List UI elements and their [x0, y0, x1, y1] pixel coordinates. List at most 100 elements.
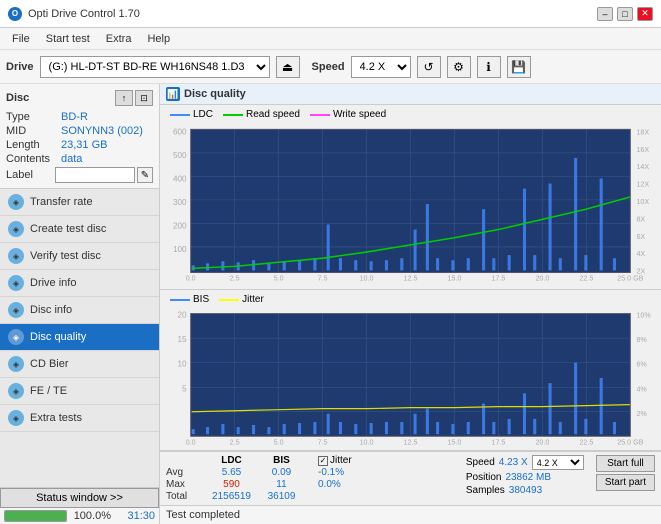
- content-area: 📊 Disc quality LDC Read speed: [160, 84, 661, 524]
- bis-chart-wrapper: BIS Jitter: [160, 290, 661, 451]
- nav-extra-tests[interactable]: ◈ Extra tests: [0, 405, 159, 432]
- disc-label-input[interactable]: [55, 167, 135, 183]
- total-label: Total: [166, 491, 204, 502]
- speed-select[interactable]: 4.2 X: [351, 56, 411, 78]
- status-window-button[interactable]: Status window >>: [0, 488, 159, 508]
- svg-text:600: 600: [173, 127, 187, 136]
- svg-text:15.0: 15.0: [448, 275, 462, 283]
- toolbar: Drive (G:) HL-DT-ST BD-RE WH16NS48 1.D3 …: [0, 50, 661, 84]
- svg-text:17.5: 17.5: [491, 438, 505, 446]
- jitter-checkbox[interactable]: ✓: [318, 456, 328, 466]
- status-text: Test completed: [160, 505, 661, 524]
- menu-start-test[interactable]: Start test: [38, 31, 98, 47]
- status-bar-bottom: Status window >> 100.0% 31:30: [0, 487, 159, 524]
- svg-text:15.0: 15.0: [448, 438, 462, 446]
- svg-text:20.0: 20.0: [535, 275, 549, 283]
- bis-header: BIS: [259, 455, 304, 466]
- total-bis: 36109: [259, 491, 304, 502]
- disc-title: Disc: [6, 92, 29, 104]
- nav-cd-bier[interactable]: ◈ CD Bier: [0, 351, 159, 378]
- nav-disc-quality[interactable]: ◈ Disc quality: [0, 324, 159, 351]
- svg-text:22.5: 22.5: [579, 275, 593, 283]
- info-button[interactable]: ℹ: [477, 56, 501, 78]
- bis-legend: BIS Jitter: [164, 292, 657, 307]
- svg-text:2.5: 2.5: [230, 438, 240, 446]
- svg-text:2.5: 2.5: [230, 275, 240, 283]
- svg-text:6%: 6%: [636, 361, 647, 369]
- disc-label-row: Label ✎: [0, 166, 159, 184]
- nav-verify-test-disc[interactable]: ◈ Verify test disc: [0, 243, 159, 270]
- svg-text:25.0 GB: 25.0 GB: [617, 275, 643, 283]
- jitter-legend-label: Jitter: [242, 294, 264, 305]
- nav-disc-info[interactable]: ◈ Disc info: [0, 297, 159, 324]
- nav-fe-te[interactable]: ◈ FE / TE: [0, 378, 159, 405]
- avg-label: Avg: [166, 467, 204, 478]
- svg-text:2%: 2%: [636, 410, 647, 418]
- speed-dropdown[interactable]: 4.2 X: [532, 455, 584, 470]
- disc-icon-btn-1[interactable]: ↑: [115, 90, 133, 106]
- start-full-button[interactable]: Start full: [596, 455, 655, 472]
- stats-table: LDC BIS ✓ Jitter Avg 5.65 0.09: [166, 455, 456, 502]
- jitter-checkbox-row: ✓ Jitter: [318, 455, 352, 466]
- svg-text:20.0: 20.0: [535, 438, 549, 446]
- minimize-button[interactable]: –: [597, 7, 613, 21]
- sidebar: Disc ↑ ⊡ Type BD-R MID SONYNN3 (002) Len…: [0, 84, 160, 524]
- ldc-chart-wrapper: LDC Read speed Write speed: [160, 105, 661, 290]
- settings-button[interactable]: ⚙: [447, 56, 471, 78]
- titlebar-left: O Opti Drive Control 1.70: [8, 7, 140, 21]
- max-bis: 11: [259, 479, 304, 490]
- quality-icon: 📊: [166, 87, 180, 101]
- disc-length-value: 23,31 GB: [61, 139, 153, 151]
- cd-bier-icon: ◈: [8, 356, 24, 372]
- svg-text:5: 5: [182, 384, 187, 393]
- bis-legend-color: [170, 299, 190, 301]
- samples-value: 380493: [509, 485, 542, 496]
- fe-te-icon: ◈: [8, 383, 24, 399]
- eject-button[interactable]: ⏏: [276, 56, 300, 78]
- samples-label: Samples: [466, 485, 505, 496]
- disc-label-edit-btn[interactable]: ✎: [137, 167, 153, 183]
- nav-cd-bier-label: CD Bier: [30, 358, 69, 370]
- svg-text:16X: 16X: [636, 146, 649, 154]
- svg-text:10%: 10%: [636, 312, 651, 320]
- disc-icon-btn-2[interactable]: ⊡: [135, 90, 153, 106]
- svg-text:200: 200: [173, 222, 187, 231]
- menu-extra[interactable]: Extra: [98, 31, 140, 47]
- nav-extra-tests-label: Extra tests: [30, 412, 82, 424]
- time-text: 31:30: [115, 510, 155, 522]
- drive-select[interactable]: (G:) HL-DT-ST BD-RE WH16NS48 1.D3: [40, 56, 270, 78]
- svg-text:300: 300: [173, 198, 187, 207]
- bis-chart-svg: 20 15 10 5 10% 8% 6% 4% 2% 0.0 2.5 5.0 7…: [160, 309, 661, 447]
- menu-help[interactable]: Help: [139, 31, 178, 47]
- nav-transfer-rate[interactable]: ◈ Transfer rate: [0, 189, 159, 216]
- menu-file[interactable]: File: [4, 31, 38, 47]
- refresh-button[interactable]: ↺: [417, 56, 441, 78]
- close-button[interactable]: ✕: [637, 7, 653, 21]
- save-button[interactable]: 💾: [507, 56, 531, 78]
- bis-legend-item: BIS: [170, 294, 209, 305]
- nav-create-test-disc[interactable]: ◈ Create test disc: [0, 216, 159, 243]
- avg-ldc: 5.65: [204, 467, 259, 478]
- ldc-legend: LDC Read speed Write speed: [164, 107, 657, 122]
- nav-disc-info-label: Disc info: [30, 304, 72, 316]
- disc-icons: ↑ ⊡: [115, 90, 153, 106]
- position-value: 23862 MB: [505, 472, 551, 483]
- ldc-header: LDC: [204, 455, 259, 466]
- svg-text:7.5: 7.5: [318, 438, 328, 446]
- write-speed-legend-label: Write speed: [333, 109, 386, 120]
- nav-transfer-rate-label: Transfer rate: [30, 196, 93, 208]
- svg-text:22.5: 22.5: [579, 438, 593, 446]
- charts-container: LDC Read speed Write speed: [160, 105, 661, 451]
- svg-text:5.0: 5.0: [274, 438, 284, 446]
- disc-length-row: Length 23,31 GB: [0, 138, 159, 152]
- progress-bar: [4, 510, 67, 522]
- svg-text:6X: 6X: [636, 233, 645, 241]
- svg-text:12.5: 12.5: [404, 275, 418, 283]
- jitter-legend-item: Jitter: [219, 294, 264, 305]
- maximize-button[interactable]: □: [617, 7, 633, 21]
- svg-text:5.0: 5.0: [274, 275, 284, 283]
- start-part-button[interactable]: Start part: [596, 474, 655, 491]
- nav-drive-info[interactable]: ◈ Drive info: [0, 270, 159, 297]
- position-label: Position: [466, 472, 502, 483]
- samples-row: Samples 380493: [466, 485, 586, 496]
